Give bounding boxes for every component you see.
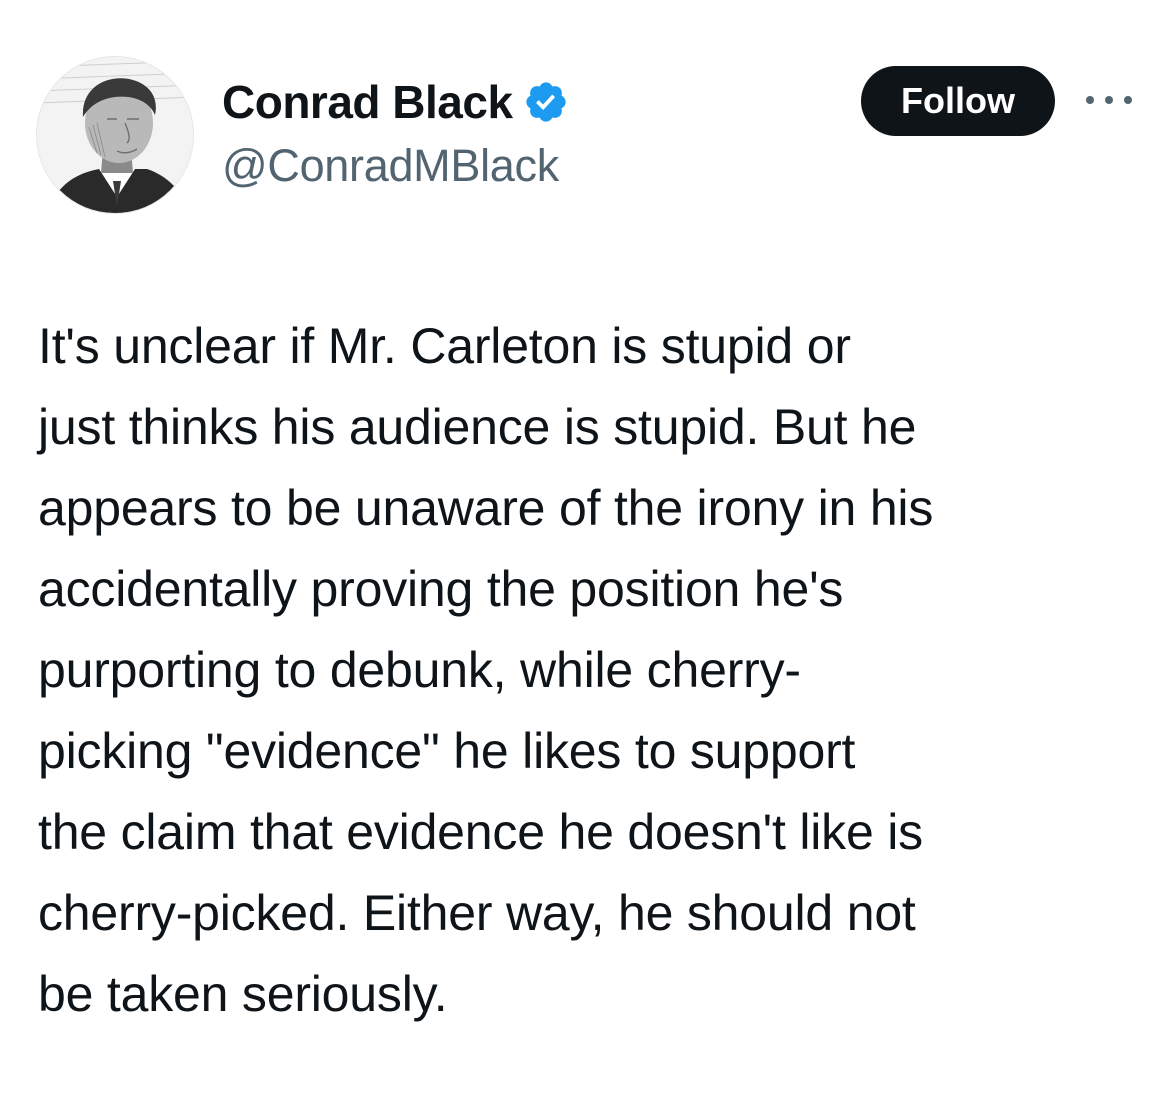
more-options-icon[interactable] (1086, 90, 1132, 110)
tweet-text-line: appears to be unaware of the irony in hi… (38, 480, 934, 536)
more-dot (1124, 96, 1132, 104)
follow-button[interactable]: Follow (861, 66, 1055, 136)
tweet-card: Conrad Black @ConradMBlack Follow It's u… (0, 0, 1170, 1104)
tweet-text-line: accidentally proving the position he's (38, 561, 844, 617)
more-dot (1086, 96, 1094, 104)
author-display-name[interactable]: Conrad Black (222, 75, 513, 129)
verified-badge-icon[interactable] (523, 79, 569, 125)
tweet-text-line: the claim that evidence he doesn't like … (38, 804, 923, 860)
avatar-portrait-icon (37, 57, 193, 213)
avatar[interactable] (36, 56, 194, 214)
tweet-text-line: be taken seriously. (38, 966, 448, 1022)
tweet-text-line: cherry-picked. Either way, he should not (38, 885, 916, 941)
author-handle[interactable]: @ConradMBlack (222, 140, 559, 192)
more-dot (1105, 96, 1113, 104)
tweet-text: It's unclear if Mr. Carleton is stupid o… (38, 306, 1148, 1035)
tweet-text-line: picking "evidence" he likes to support (38, 723, 856, 779)
tweet-text-line: purporting to debunk, while cherry- (38, 642, 801, 698)
tweet-text-line: just thinks his audience is stupid. But … (38, 399, 917, 455)
author-name-row: Conrad Black (222, 74, 569, 130)
tweet-text-line: It's unclear if Mr. Carleton is stupid o… (38, 318, 851, 374)
